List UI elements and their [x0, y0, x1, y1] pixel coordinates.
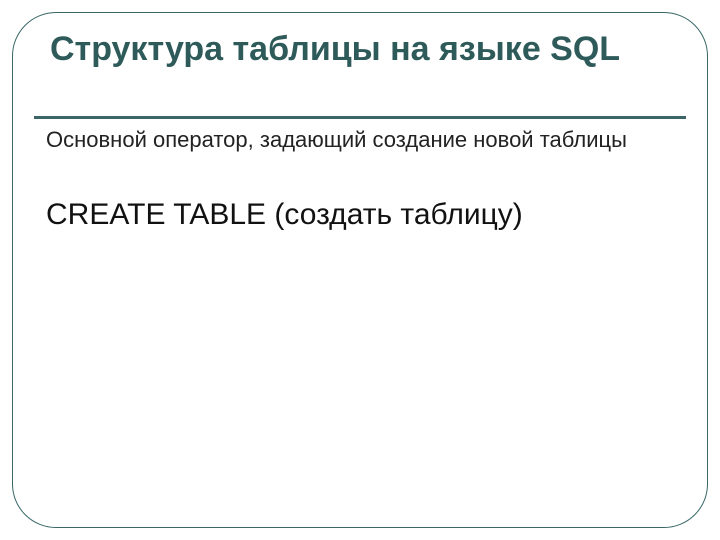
slide-frame [12, 12, 708, 528]
slide-statement: CREATE TABLE (создать таблицу) [46, 196, 674, 234]
slide-title: Структура таблицы на языке SQL [50, 30, 670, 69]
title-underline [34, 116, 686, 119]
sql-command: CREATE TABLE [46, 198, 266, 231]
slide-subtitle: Основной оператор, задающий создание нов… [46, 126, 674, 154]
sql-command-desc: (создать таблицу) [266, 198, 523, 231]
slide: Структура таблицы на языке SQL Основной … [0, 0, 720, 540]
